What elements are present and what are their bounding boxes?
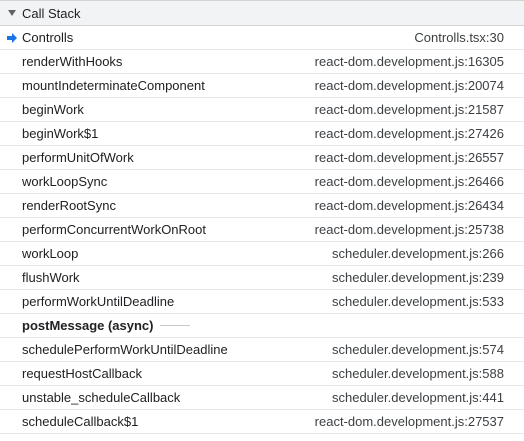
source-location-link[interactable]: react-dom.development.js:25738 [315,222,504,237]
source-location-link[interactable]: scheduler.development.js:588 [332,366,504,381]
source-location-link[interactable]: scheduler.development.js:266 [332,246,504,261]
function-name: renderWithHooks [22,54,123,69]
call-stack-panel: Call Stack Controlls Controlls.tsx:30 rend… [0,0,524,441]
function-name: beginWork$1 [22,126,99,141]
call-frame-row[interactable]: requestHostCallback scheduler.development… [0,362,524,386]
function-name: flushWork [22,270,80,285]
call-frame-row[interactable]: beginWork react-dom.development.js:21587 [0,98,524,122]
source-location-link[interactable]: react-dom.development.js:26434 [315,198,504,213]
call-stack-title: Call Stack [22,5,81,21]
call-frame-row-current[interactable]: Controlls Controlls.tsx:30 [0,26,524,50]
source-location-link[interactable]: scheduler.development.js:574 [332,342,504,357]
function-name: performWorkUntilDeadline [22,294,175,309]
async-frames-list: schedulePerformWorkUntilDeadline schedule… [0,338,524,434]
call-frame-row[interactable]: renderWithHooks react-dom.development.js:… [0,50,524,74]
source-location-link[interactable]: scheduler.development.js:533 [332,294,504,309]
source-location-link[interactable]: Controlls.tsx:30 [414,30,504,45]
function-name: beginWork [22,102,84,117]
call-stack-header[interactable]: Call Stack [0,0,524,26]
source-location-link[interactable]: react-dom.development.js:16305 [315,54,504,69]
call-frame-row[interactable]: renderRootSync react-dom.development.js:2… [0,194,524,218]
function-name: workLoopSync [22,174,108,189]
call-frame-row[interactable]: schedulePerformWorkUntilDeadline schedule… [0,338,524,362]
source-location-link[interactable]: react-dom.development.js:26466 [315,174,504,189]
source-location-link[interactable]: react-dom.development.js:27426 [315,126,504,141]
call-frames-list: Controlls Controlls.tsx:30 renderWithHooks… [0,26,524,314]
call-frame-row[interactable]: flushWork scheduler.development.js:239 [0,266,524,290]
function-name: requestHostCallback [22,366,142,381]
source-location-link[interactable]: scheduler.development.js:441 [332,390,504,405]
function-name: mountIndeterminateComponent [22,78,205,93]
triangle-down-icon[interactable] [8,10,16,16]
source-location-link[interactable]: react-dom.development.js:26557 [315,150,504,165]
async-label: postMessage (async) [22,318,154,333]
call-frame-row[interactable]: workLoopSync react-dom.development.js:264… [0,170,524,194]
call-frame-row[interactable]: performWorkUntilDeadline scheduler.develo… [0,290,524,314]
call-frame-row[interactable]: mountIndeterminateComponent react-dom.dev… [0,74,524,98]
source-location-link[interactable]: scheduler.development.js:239 [332,270,504,285]
async-separator: postMessage (async) [0,314,524,338]
call-frame-row[interactable]: performConcurrentWorkOnRoot react-dom.dev… [0,218,524,242]
source-location-link[interactable]: react-dom.development.js:27537 [315,414,504,429]
call-frame-row[interactable]: scheduleCallback$1 react-dom.development.… [0,410,524,434]
call-frame-row[interactable]: unstable_scheduleCallback scheduler.devel… [0,386,524,410]
call-frame-row[interactable]: workLoop scheduler.development.js:266 [0,242,524,266]
call-frame-row[interactable]: beginWork$1 react-dom.development.js:2742… [0,122,524,146]
function-name: performConcurrentWorkOnRoot [22,222,206,237]
function-name: Controlls [22,30,74,45]
function-name: schedulePerformWorkUntilDeadline [22,342,228,357]
current-frame-arrow-icon [7,33,17,43]
source-location-link[interactable]: react-dom.development.js:21587 [315,102,504,117]
function-name: renderRootSync [22,198,116,213]
function-name: performUnitOfWork [22,150,134,165]
function-name: scheduleCallback$1 [22,414,139,429]
function-name: workLoop [22,246,79,261]
source-location-link[interactable]: react-dom.development.js:20074 [315,78,504,93]
async-divider-line [159,325,190,326]
call-frame-row[interactable]: performUnitOfWork react-dom.development.j… [0,146,524,170]
function-name: unstable_scheduleCallback [22,390,181,405]
